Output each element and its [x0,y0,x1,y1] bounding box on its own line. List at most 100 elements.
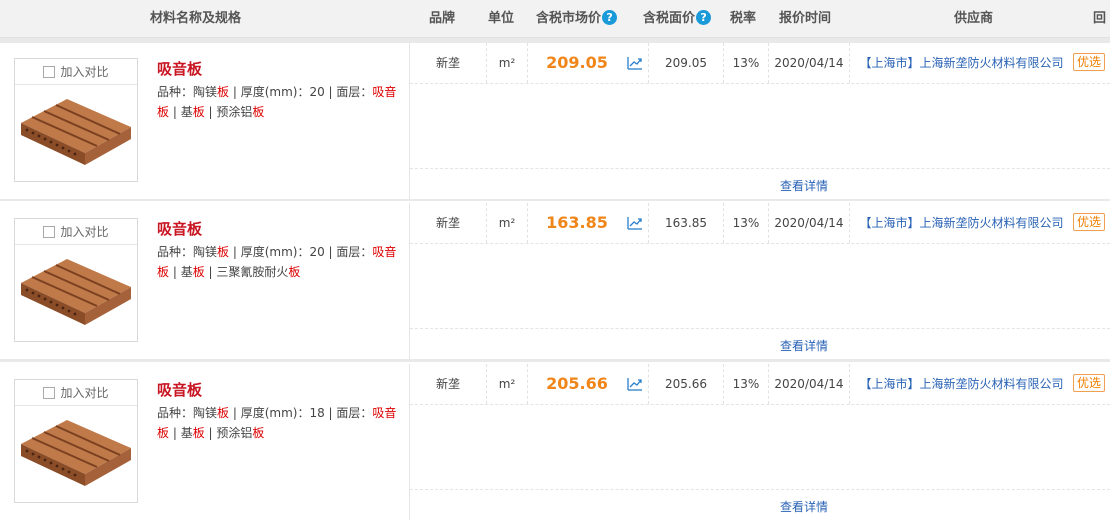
market-price: 205.66 [546,374,608,393]
row-divider [410,243,1110,244]
header-list-price-label: 含税面价 [643,11,696,26]
header-list-price: 含税面价? [643,0,712,38]
spec-segment: | [169,105,181,119]
header-market-price: 含税市场价? [536,0,618,38]
unit-cell: m² [498,377,516,391]
spec-segment: 基 [180,105,193,119]
spec-segment: 板 [252,426,265,440]
product-thumbnail[interactable]: 加入对比 [14,218,138,342]
table-row: 加入对比 吸音板 品种：陶镁板 | 厚度(mm)：20 | 面层：吸音板 | 基… [0,203,1110,359]
detail-area: 查看详情 [410,336,1110,356]
view-details-link[interactable]: 查看详情 [410,176,1110,196]
spec-segment: | 预涂铝 [204,426,253,440]
supplier-link[interactable]: 【上海市】上海新垄防火材料有限公司 [850,43,1073,83]
spec-segment: 板 [192,105,205,119]
table-header: 材料名称及规格 品牌 单位 含税市场价? 含税面价? 税率 报价时间 供应商 回 [0,0,1110,38]
detail-area: 查看详情 [410,497,1110,517]
unit-cell: m² [498,56,516,70]
spec-segment: 基 [180,265,193,279]
spec-segment: 板 [217,85,230,99]
trend-chart-icon[interactable] [627,377,643,391]
supplier-link[interactable]: 【上海市】上海新垄防火材料有限公司 [850,364,1073,404]
add-compare-checkbox[interactable]: 加入对比 [15,380,137,406]
checkbox-icon[interactable] [43,226,56,238]
spec-segment: 板 [192,265,205,279]
row-divider [410,404,1110,405]
add-compare-label: 加入对比 [60,225,109,239]
product-specs: 品种：陶镁板 | 厚度(mm)：20 | 面层：吸音板 | 基板 | 三聚氰胺耐… [157,242,407,282]
wood-acoustic-board-image[interactable] [17,89,135,175]
quote-time: 2020/04/14 [774,56,844,70]
checkbox-icon[interactable] [43,387,56,399]
tax-rate: 13% [732,56,760,70]
spec-segment: 品种：陶镁 [157,85,218,99]
spec-segment: | [169,426,181,440]
brand-cell: 新垄 [435,216,460,230]
header-brand: 品牌 [429,11,456,26]
spec-segment: 板 [217,406,230,420]
product-thumbnail[interactable]: 加入对比 [14,58,138,182]
header-tax-rate: 税率 [730,11,757,26]
spec-segment: 品种：陶镁 [157,245,218,259]
add-compare-checkbox[interactable]: 加入对比 [15,219,137,245]
spec-segment: | 预涂铝 [204,105,253,119]
view-details-link[interactable]: 查看详情 [410,336,1110,356]
preferred-badge: 优选 [1073,374,1106,392]
supplier-link[interactable]: 【上海市】上海新垄防火材料有限公司 [850,203,1073,243]
header-quote-time: 报价时间 [779,11,832,26]
header-extra: 回 [1093,11,1107,26]
brand-cell: 新垄 [435,377,460,391]
spec-segment: | 厚度(mm)：20 | 面层： [229,85,373,99]
spec-segment: 板 [252,105,265,119]
trend-chart-icon[interactable] [627,56,643,70]
wood-acoustic-board-image[interactable] [17,410,135,496]
trend-chart-icon[interactable] [627,216,643,230]
preferred-badge: 优选 [1073,53,1106,71]
row-divider [410,489,1110,490]
brand-cell: 新垄 [435,56,460,70]
product-specs: 品种：陶镁板 | 厚度(mm)：20 | 面层：吸音板 | 基板 | 预涂铝板 [157,82,407,122]
header-market-price-label: 含税市场价 [536,11,602,26]
product-title[interactable]: 吸音板 [157,218,202,239]
spec-segment: 品种：陶镁 [157,406,218,420]
spec-segment: | 厚度(mm)：20 | 面层： [229,245,373,259]
list-price: 205.66 [665,377,707,391]
row-divider [410,328,1110,329]
header-supplier: 供应商 [954,11,994,26]
tax-rate: 13% [732,377,760,391]
add-compare-checkbox[interactable]: 加入对比 [15,59,137,85]
spec-segment: | 厚度(mm)：18 | 面层： [229,406,373,420]
question-circle-icon[interactable]: ? [602,10,618,25]
product-specs: 品种：陶镁板 | 厚度(mm)：18 | 面层：吸音板 | 基板 | 预涂铝板 [157,403,407,443]
spec-segment: 基 [180,426,193,440]
spec-segment: 板 [288,265,301,279]
header-name-spec: 材料名称及规格 [150,11,242,26]
tax-rate: 13% [732,216,760,230]
add-compare-label: 加入对比 [60,386,109,400]
add-compare-label: 加入对比 [60,65,109,79]
checkbox-icon[interactable] [43,66,56,78]
header-unit: 单位 [488,11,515,26]
row-divider [410,83,1110,84]
row-divider [410,168,1110,169]
wood-acoustic-board-image[interactable] [17,249,135,335]
product-title[interactable]: 吸音板 [157,379,202,400]
spec-segment: | 三聚氰胺耐火 [204,265,289,279]
view-details-link[interactable]: 查看详情 [410,497,1110,517]
spec-segment: 板 [192,426,205,440]
quote-time: 2020/04/14 [774,216,844,230]
quote-time: 2020/04/14 [774,377,844,391]
list-price: 209.05 [665,56,707,70]
table-row: 加入对比 吸音板 品种：陶镁板 | 厚度(mm)：20 | 面层：吸音板 | 基… [0,43,1110,199]
table-row: 加入对比 吸音板 品种：陶镁板 | 厚度(mm)：18 | 面层：吸音板 | 基… [0,364,1110,520]
spec-segment: | [169,265,181,279]
product-thumbnail[interactable]: 加入对比 [14,379,138,503]
unit-cell: m² [498,216,516,230]
detail-area: 查看详情 [410,176,1110,196]
market-price: 209.05 [546,53,608,72]
product-title[interactable]: 吸音板 [157,58,202,79]
preferred-badge: 优选 [1073,213,1106,231]
question-circle-icon[interactable]: ? [696,10,712,25]
list-price: 163.85 [665,216,707,230]
spec-segment: 板 [217,245,230,259]
